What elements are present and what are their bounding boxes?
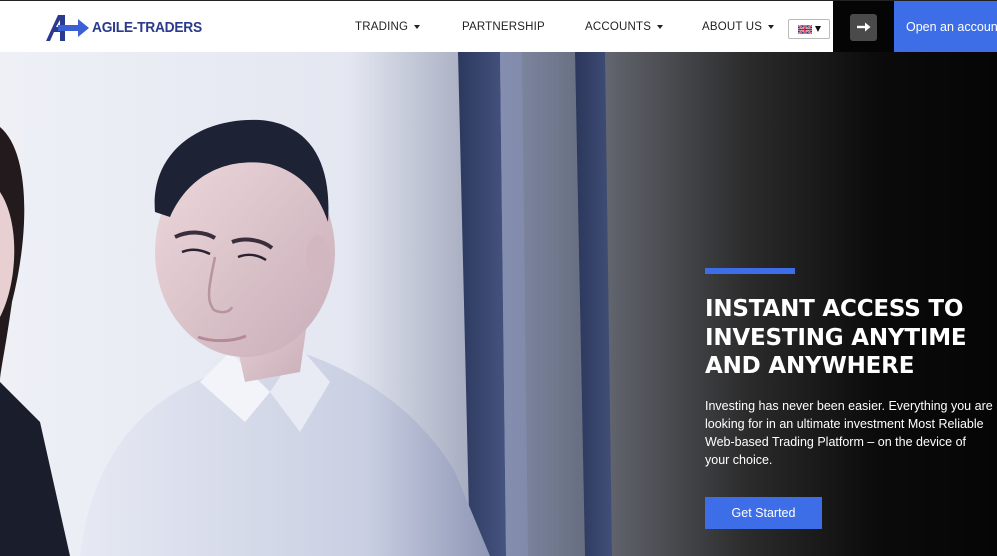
hero-accent-bar	[705, 268, 795, 274]
site-header: AGILE-TRADERS TRADING PARTNERSHIP ACCOUN…	[0, 0, 997, 53]
nav-partnership[interactable]: PARTNERSHIP	[462, 1, 545, 53]
hero-title: INSTANT ACCESS TO INVESTING ANYTIME AND …	[705, 296, 967, 379]
nav-trading[interactable]: TRADING	[355, 1, 421, 53]
open-account-button[interactable]: Open an account	[894, 1, 997, 53]
uk-flag-icon	[797, 24, 812, 34]
hero-section: INSTANT ACCESS TO INVESTING ANYTIME AND …	[0, 52, 997, 556]
hero-description: Investing has never been easier. Everyth…	[705, 399, 993, 467]
arrow-right-icon	[856, 22, 870, 32]
language-selector[interactable]	[788, 19, 830, 39]
nav-trading-label: TRADING	[355, 21, 409, 33]
caret-down-icon	[768, 24, 775, 29]
nav-accounts[interactable]: ACCOUNTS	[585, 1, 664, 53]
chevron-down-icon	[814, 26, 821, 32]
caret-down-icon	[414, 24, 421, 29]
caret-down-icon	[657, 24, 664, 29]
nav-about-us[interactable]: ABOUT US	[702, 1, 775, 53]
get-started-button[interactable]: Get Started	[705, 497, 822, 529]
brand-name: AGILE-TRADERS	[92, 18, 202, 36]
nav-accounts-label: ACCOUNTS	[585, 21, 652, 33]
brand-logo[interactable]: AGILE-TRADERS	[44, 10, 211, 44]
nav-about-us-label: ABOUT US	[702, 21, 763, 33]
login-icon-wrap	[850, 13, 877, 41]
agile-traders-logo-icon	[46, 15, 89, 41]
nav-partnership-label: PARTNERSHIP	[462, 21, 545, 33]
login-button[interactable]	[833, 1, 894, 53]
